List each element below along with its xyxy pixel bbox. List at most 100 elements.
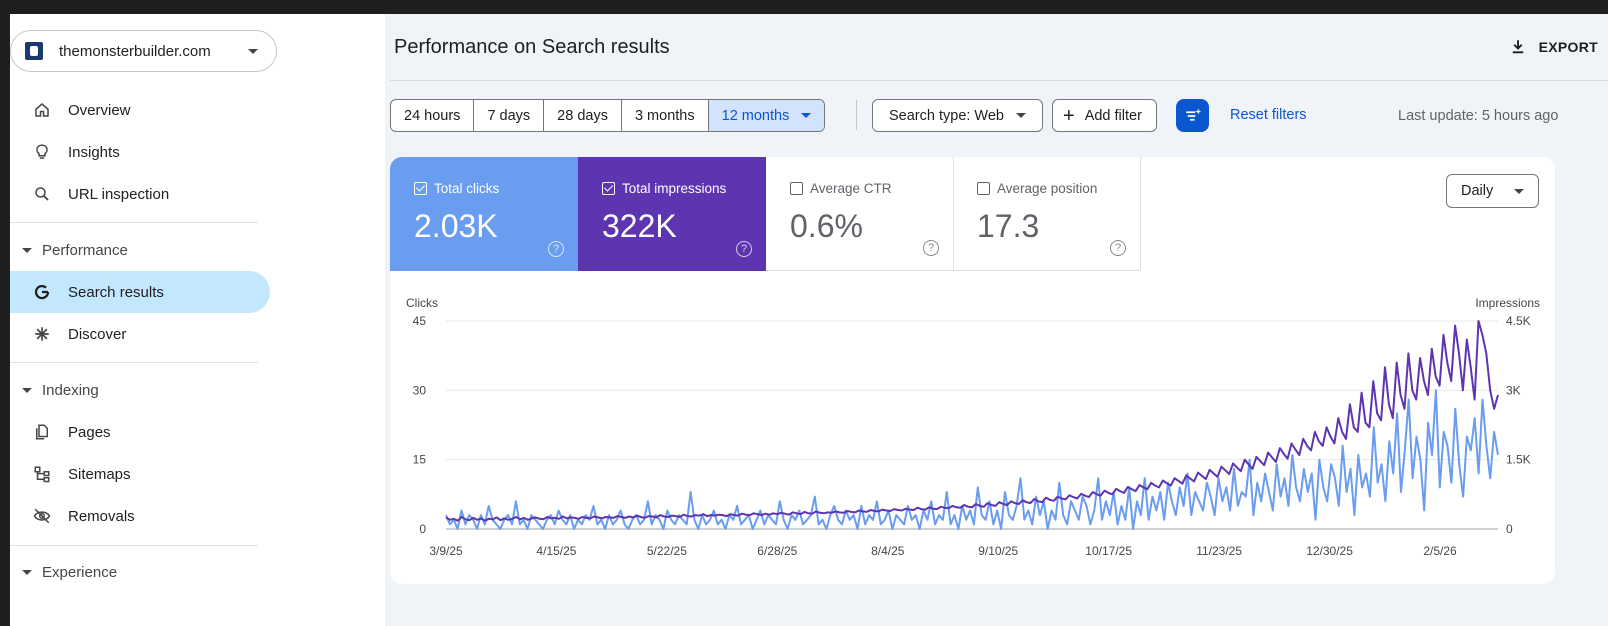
collapse-caret-icon bbox=[22, 387, 32, 393]
sidebar-item-label: Removals bbox=[68, 507, 135, 525]
performance-chart: Clicks Impressions 0 15 30 45 0 1.5K 3K 4.5K 3/9/2… bbox=[406, 296, 1540, 558]
help-icon[interactable]: ? bbox=[736, 241, 752, 257]
date-range-selector: 24 hours 7 days 28 days 3 months 12 months bbox=[390, 99, 826, 132]
add-filter-button[interactable]: + Add filter bbox=[1052, 99, 1157, 132]
eye-off-icon bbox=[32, 506, 52, 526]
granularity-dropdown[interactable]: Daily bbox=[1446, 174, 1539, 208]
metric-value: 0.6% bbox=[790, 208, 863, 244]
section-label: Experience bbox=[42, 563, 118, 581]
sidebar-item-label: Pages bbox=[68, 423, 111, 441]
asterisk-icon bbox=[32, 324, 52, 344]
sidebar-section-indexing[interactable]: Indexing bbox=[22, 375, 99, 405]
checkbox-unchecked-icon[interactable] bbox=[977, 182, 990, 195]
y-axis-title-right: Impressions bbox=[1475, 296, 1540, 310]
app-window: themonsterbuilder.com Overview Insights … bbox=[10, 14, 1608, 626]
metric-value: 322K bbox=[602, 208, 677, 244]
checkbox-unchecked-icon[interactable] bbox=[790, 182, 803, 195]
x-tick-label: 4/15/25 bbox=[536, 544, 576, 558]
sidebar-divider bbox=[10, 222, 258, 223]
x-tick-label: 10/17/25 bbox=[1085, 544, 1132, 558]
section-label: Performance bbox=[42, 241, 128, 259]
property-name: themonsterbuilder.com bbox=[59, 42, 211, 60]
range-button-7-days[interactable]: 7 days bbox=[474, 100, 545, 131]
help-icon[interactable]: ? bbox=[1110, 240, 1126, 256]
y-tick-label-left: 0 bbox=[419, 522, 426, 536]
sidebar-item-removals[interactable]: Removals bbox=[10, 495, 270, 537]
sidebar-divider bbox=[10, 362, 258, 363]
search-icon bbox=[32, 184, 52, 204]
sidebar-item-overview[interactable]: Overview bbox=[10, 89, 270, 131]
section-label: Indexing bbox=[42, 381, 99, 399]
metric-value: 2.03K bbox=[414, 208, 498, 244]
sidebar-item-label: Discover bbox=[68, 325, 127, 343]
search-type-dropdown[interactable]: Search type: Web bbox=[872, 99, 1043, 132]
sidebar-item-label: Sitemaps bbox=[68, 465, 131, 483]
metric-average-ctr[interactable]: Average CTR 0.6% ? bbox=[766, 157, 954, 271]
x-tick-label: 2/5/26 bbox=[1423, 544, 1457, 558]
metric-average-position[interactable]: Average position 17.3 ? bbox=[953, 157, 1141, 271]
chevron-down-icon bbox=[801, 113, 812, 118]
range-label: 28 days bbox=[557, 107, 608, 124]
granularity-label: Daily bbox=[1461, 183, 1494, 199]
sidebar-item-url-inspection[interactable]: URL inspection bbox=[10, 173, 270, 215]
range-button-28-days[interactable]: 28 days bbox=[544, 100, 622, 131]
help-icon[interactable]: ? bbox=[923, 240, 939, 256]
metric-value: 17.3 bbox=[977, 208, 1040, 244]
y-tick-label-left: 15 bbox=[413, 453, 427, 467]
y-tick-label-right: 4.5K bbox=[1506, 314, 1531, 328]
x-tick-label: 3/9/25 bbox=[429, 544, 463, 558]
sidebar-item-insights[interactable]: Insights bbox=[10, 131, 270, 173]
header-divider bbox=[390, 80, 1608, 81]
reset-filters-link[interactable]: Reset filters bbox=[1230, 107, 1307, 123]
main-content: Performance on Search results EXPORT 24 … bbox=[390, 14, 1608, 626]
collapse-caret-icon bbox=[22, 569, 32, 575]
sidebar-item-discover[interactable]: Discover bbox=[10, 313, 270, 355]
home-icon bbox=[32, 100, 52, 120]
plus-icon: + bbox=[1063, 104, 1075, 127]
sidebar-divider bbox=[10, 545, 258, 546]
x-tick-label: 6/28/25 bbox=[757, 544, 797, 558]
metric-label: Average position bbox=[997, 181, 1098, 196]
range-label: 3 months bbox=[634, 107, 695, 124]
search-type-label: Search type: Web bbox=[889, 107, 1004, 124]
filter-settings-button[interactable] bbox=[1176, 99, 1209, 132]
sidebar-item-sitemaps[interactable]: Sitemaps bbox=[10, 453, 270, 495]
property-selector[interactable]: themonsterbuilder.com bbox=[10, 30, 277, 72]
google-g-icon bbox=[32, 282, 52, 302]
checkbox-checked-icon[interactable] bbox=[602, 182, 615, 195]
x-tick-label: 12/30/25 bbox=[1306, 544, 1353, 558]
chevron-down-icon bbox=[248, 49, 258, 54]
checkbox-checked-icon[interactable] bbox=[414, 182, 427, 195]
lightbulb-icon bbox=[32, 142, 52, 162]
metric-label: Total impressions bbox=[622, 181, 727, 196]
y-tick-label-left: 45 bbox=[413, 314, 427, 328]
y-axis-title-left: Clicks bbox=[406, 296, 438, 310]
range-button-3-months[interactable]: 3 months bbox=[622, 100, 709, 131]
last-update-text: Last update: 5 hours ago bbox=[1398, 108, 1559, 124]
metric-label: Total clicks bbox=[434, 181, 500, 196]
page-title: Performance on Search results bbox=[394, 36, 670, 58]
toolbar-separator bbox=[856, 100, 857, 130]
sidebar-item-label: URL inspection bbox=[68, 185, 170, 203]
y-tick-label-right: 1.5K bbox=[1506, 453, 1531, 467]
export-button[interactable]: EXPORT bbox=[1509, 38, 1598, 56]
sidebar-item-pages[interactable]: Pages bbox=[10, 411, 270, 453]
y-tick-label-right: 3K bbox=[1506, 383, 1521, 397]
x-tick-label: 8/4/25 bbox=[871, 544, 905, 558]
metric-label: Average CTR bbox=[810, 181, 892, 196]
range-label: 24 hours bbox=[404, 107, 461, 124]
add-filter-label: Add filter bbox=[1084, 107, 1142, 124]
filter-sparkle-icon bbox=[1185, 108, 1201, 121]
metric-total-clicks[interactable]: Total clicks 2.03K ? bbox=[390, 157, 578, 271]
sidebar-item-search-results[interactable]: Search results bbox=[10, 271, 270, 313]
help-icon[interactable]: ? bbox=[548, 241, 564, 257]
export-label: EXPORT bbox=[1538, 39, 1598, 55]
chevron-down-icon bbox=[1016, 113, 1026, 118]
sidebar-item-label: Insights bbox=[68, 143, 120, 161]
range-button-24-hours[interactable]: 24 hours bbox=[391, 100, 475, 131]
sidebar-section-performance[interactable]: Performance bbox=[22, 235, 128, 265]
metric-total-impressions[interactable]: Total impressions 322K ? bbox=[578, 157, 766, 271]
sidebar-section-experience[interactable]: Experience bbox=[22, 557, 117, 587]
collapse-caret-icon bbox=[22, 247, 32, 253]
range-button-12-months[interactable]: 12 months bbox=[708, 100, 825, 131]
